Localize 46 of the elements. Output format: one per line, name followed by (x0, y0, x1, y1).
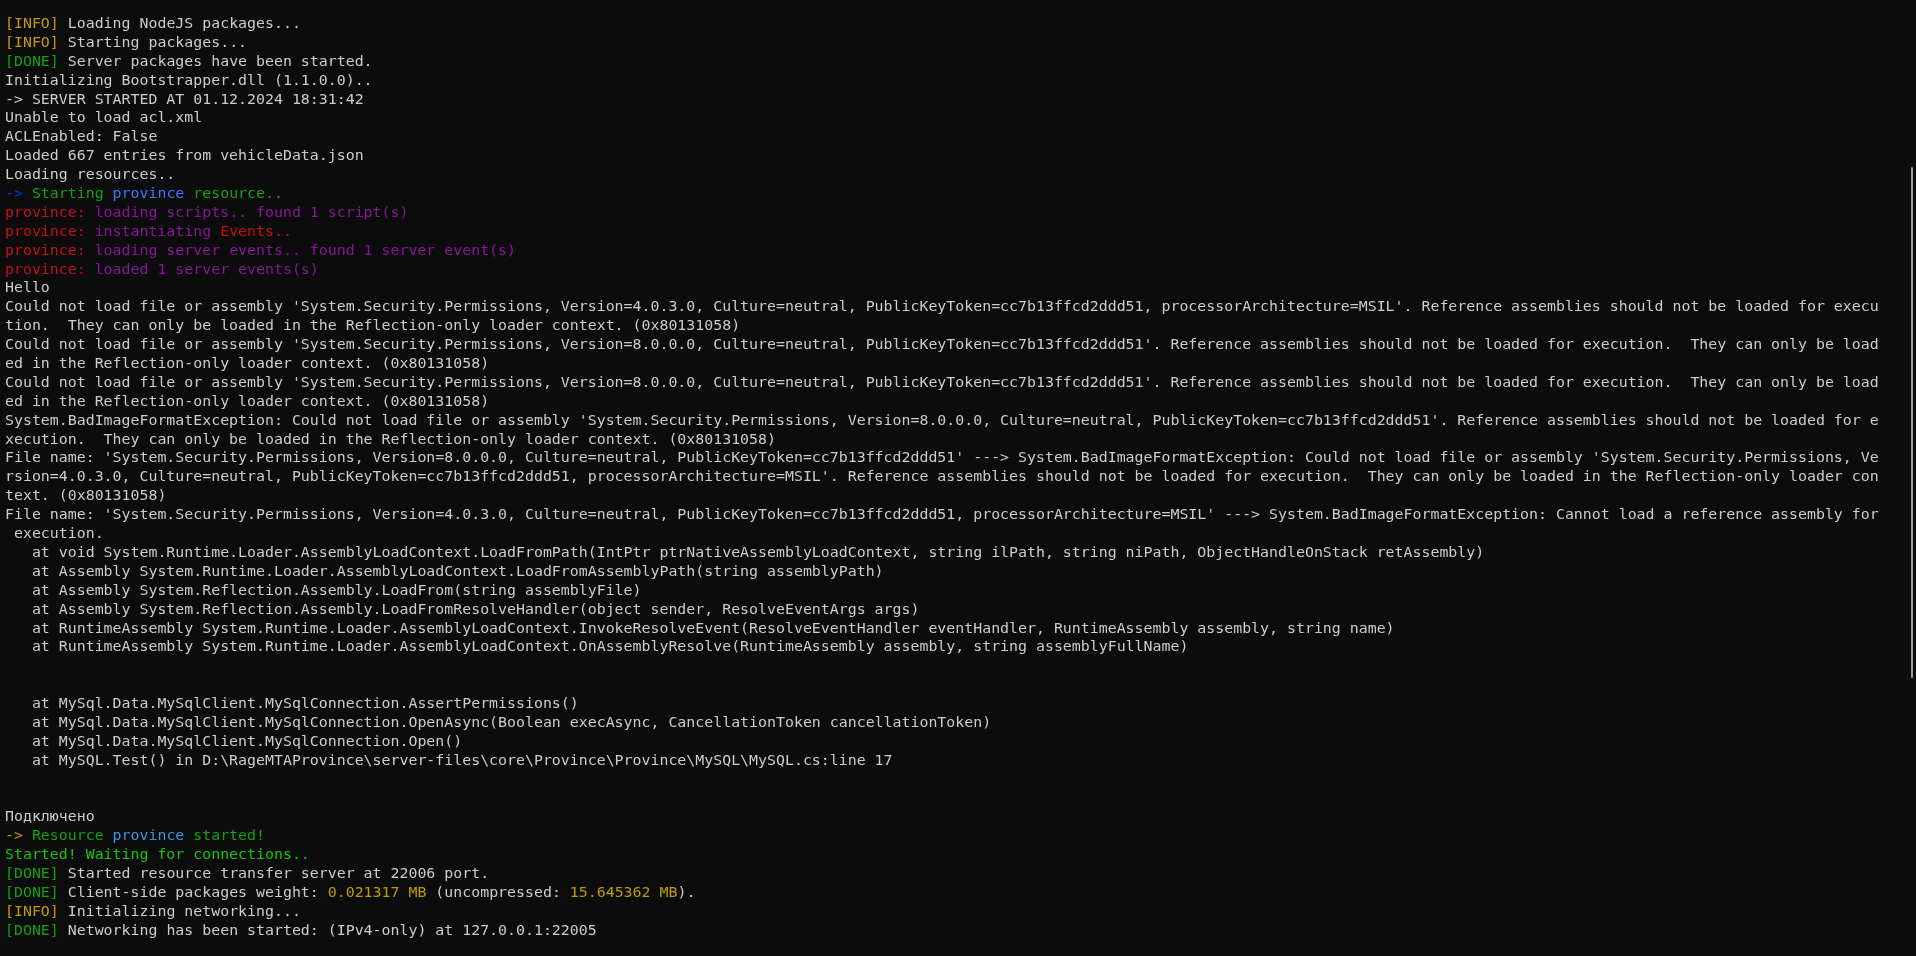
log-line: province: instantiating Events.. (5, 221, 292, 241)
log-line: [DONE] Networking has been started: (IPv4-only) at 127.0.0.1:22005 (5, 920, 597, 940)
log-line: [DONE] Server packages have been started. (5, 51, 373, 71)
log-line: Initializing Bootstrapper.dll (1.1.0.0).. (5, 70, 373, 90)
log-line: [DONE] Client-side packages weight: 0.021317 MB (uncompressed: 15.645362 MB). (5, 883, 696, 902)
log-line: ed in the Reflection-only loader context. (0x80131058) (5, 391, 490, 411)
log-line: Could not load file or assembly 'System.Security.Permissions, Version=8.0.0.0, Culture=neutral, PublicKeyToken=cc7b13ffcd2ddd51'. Reference assemblies should not be loaded for execution. They can only be load (5, 372, 1879, 392)
log-line: Unable to load acl.xml (5, 108, 203, 128)
log-line: -> Resource province started! (5, 826, 265, 846)
log-line: at Assembly System.Reflection.Assembly.LoadFrom(string assemblyFile) (30, 580, 642, 600)
log-line: ACLEnabled: False (5, 127, 158, 147)
log-line: File name: 'System.Security.Permissions, Version=8.0.0.0, Culture=neutral, PublicKeyToken=cc7b13ffcd2ddd51' ---> System.BadImageFormatException: Could not load file or assembly 'System.Security.Permissions, Ve (5, 448, 1879, 468)
log-line: Could not load file or assembly 'System.Security.Permissions, Version=4.0.3.0, Culture=neutral, PublicKeyToken=cc7b13ffcd2ddd51, processorArchitecture=MSIL'. Reference assemblies should not be loaded for execu (5, 297, 1879, 317)
log-line: tion. They can only be loaded in the Reflection-only loader context. (0x80131058) (5, 316, 741, 336)
log-line: [INFO] Initializing networking... (5, 901, 301, 921)
log-line: rsion=4.0.3.0, Culture=neutral, PublicKeyToken=cc7b13ffcd2ddd51, processorArchitecture=MSIL'. Reference assemblies should not be loaded for execution. They can only be loaded in the Reflection-only loader con (5, 467, 1879, 487)
log-line: at MySql.Data.MySqlClient.MySqlConnection.Open() (30, 731, 463, 751)
log-line: xecution. They can only be loaded in the Reflection-only loader context. (0x80131058) (5, 429, 776, 449)
log-line: [DONE] Started resource transfer server at 22006 port. (5, 864, 490, 883)
log-line: at void System.Runtime.Loader.AssemblyLoadContext.LoadFromPath(IntPtr ptrNativeAssemblyLoadContext, string ilPath, string niPath, ObjectHandleOnStack retAssembly) (30, 542, 1485, 562)
scrollbar[interactable] (1911, 167, 1913, 678)
log-line: [INFO] Loading NodeJS packages... (5, 14, 301, 33)
log-line: province: loading server events.. found 1 server event(s) (5, 240, 516, 260)
log-line: at RuntimeAssembly System.Runtime.Loader.AssemblyLoadContext.InvokeResolveEvent(ResolveEventHandler eventHandler, RuntimeAssembly assembly, string name) (30, 618, 1395, 638)
log-line: at MySQL.Test() in D:\RageMTAProvince\server-files\core\Province\Province\MySQL\MySQL.cs:line 17 (30, 750, 893, 770)
log-line: -> Starting province resource.. (5, 184, 283, 203)
log-line: province: loaded 1 server events(s) (5, 259, 319, 279)
log-line: Loading resources.. (5, 165, 176, 184)
log-line: Подключено (5, 807, 95, 827)
log-line: ed in the Reflection-only loader context. (0x80131058) (5, 354, 490, 373)
log-line: at MySql.Data.MySqlClient.MySqlConnection.AssertPermissions() (30, 694, 579, 713)
log-line: province: loading scripts.. found 1 script(s) (5, 202, 409, 222)
log-line: Could not load file or assembly 'System.Security.Permissions, Version=8.0.0.0, Culture=neutral, PublicKeyToken=cc7b13ffcd2ddd51'. Reference assemblies should not be loaded for execution. They can only be load (5, 335, 1879, 355)
log-line: File name: 'System.Security.Permissions, Version=4.0.3.0, Culture=neutral, PublicKeyToken=cc7b13ffcd2ddd51, processorArchitecture=MSIL' ---> System.BadImageFormatException: Cannot load a reference assembly for (5, 505, 1879, 525)
log-line: text. (0x80131058) (5, 486, 167, 506)
log-line: [INFO] Starting packages... (5, 32, 248, 52)
log-line: at Assembly System.Runtime.Loader.AssemblyLoadContext.LoadFromAssemblyPath(string assemblyPath) (30, 561, 884, 581)
log-line: at Assembly System.Reflection.Assembly.LoadFromResolveHandler(object sender, ResolveEventArgs args) (30, 599, 920, 619)
log-line: at RuntimeAssembly System.Runtime.Loader.AssemblyLoadContext.OnAssemblyResolve(RuntimeAssembly assembly, string assemblyFullName) (30, 637, 1189, 657)
log-line: Loaded 667 entries from vehicleData.json (5, 146, 364, 166)
log-line: execution. (12, 524, 104, 543)
log-line: Started! Waiting for connections.. (5, 845, 310, 865)
log-line: System.BadImageFormatException: Could not load file or assembly 'System.Security.Permissions, Version=8.0.0.0, Culture=neutral, PublicKeyToken=cc7b13ffcd2ddd51'. Reference assemblies should not be loaded for e (5, 410, 1879, 430)
log-line: at MySql.Data.MySqlClient.MySqlConnection.OpenAsync(Boolean execAsync, CancellationToken cancellationToken) (30, 712, 992, 732)
log-line: Hello (5, 278, 50, 298)
log-line: -> SERVER STARTED AT 01.12.2024 18:31:42 (5, 89, 364, 109)
